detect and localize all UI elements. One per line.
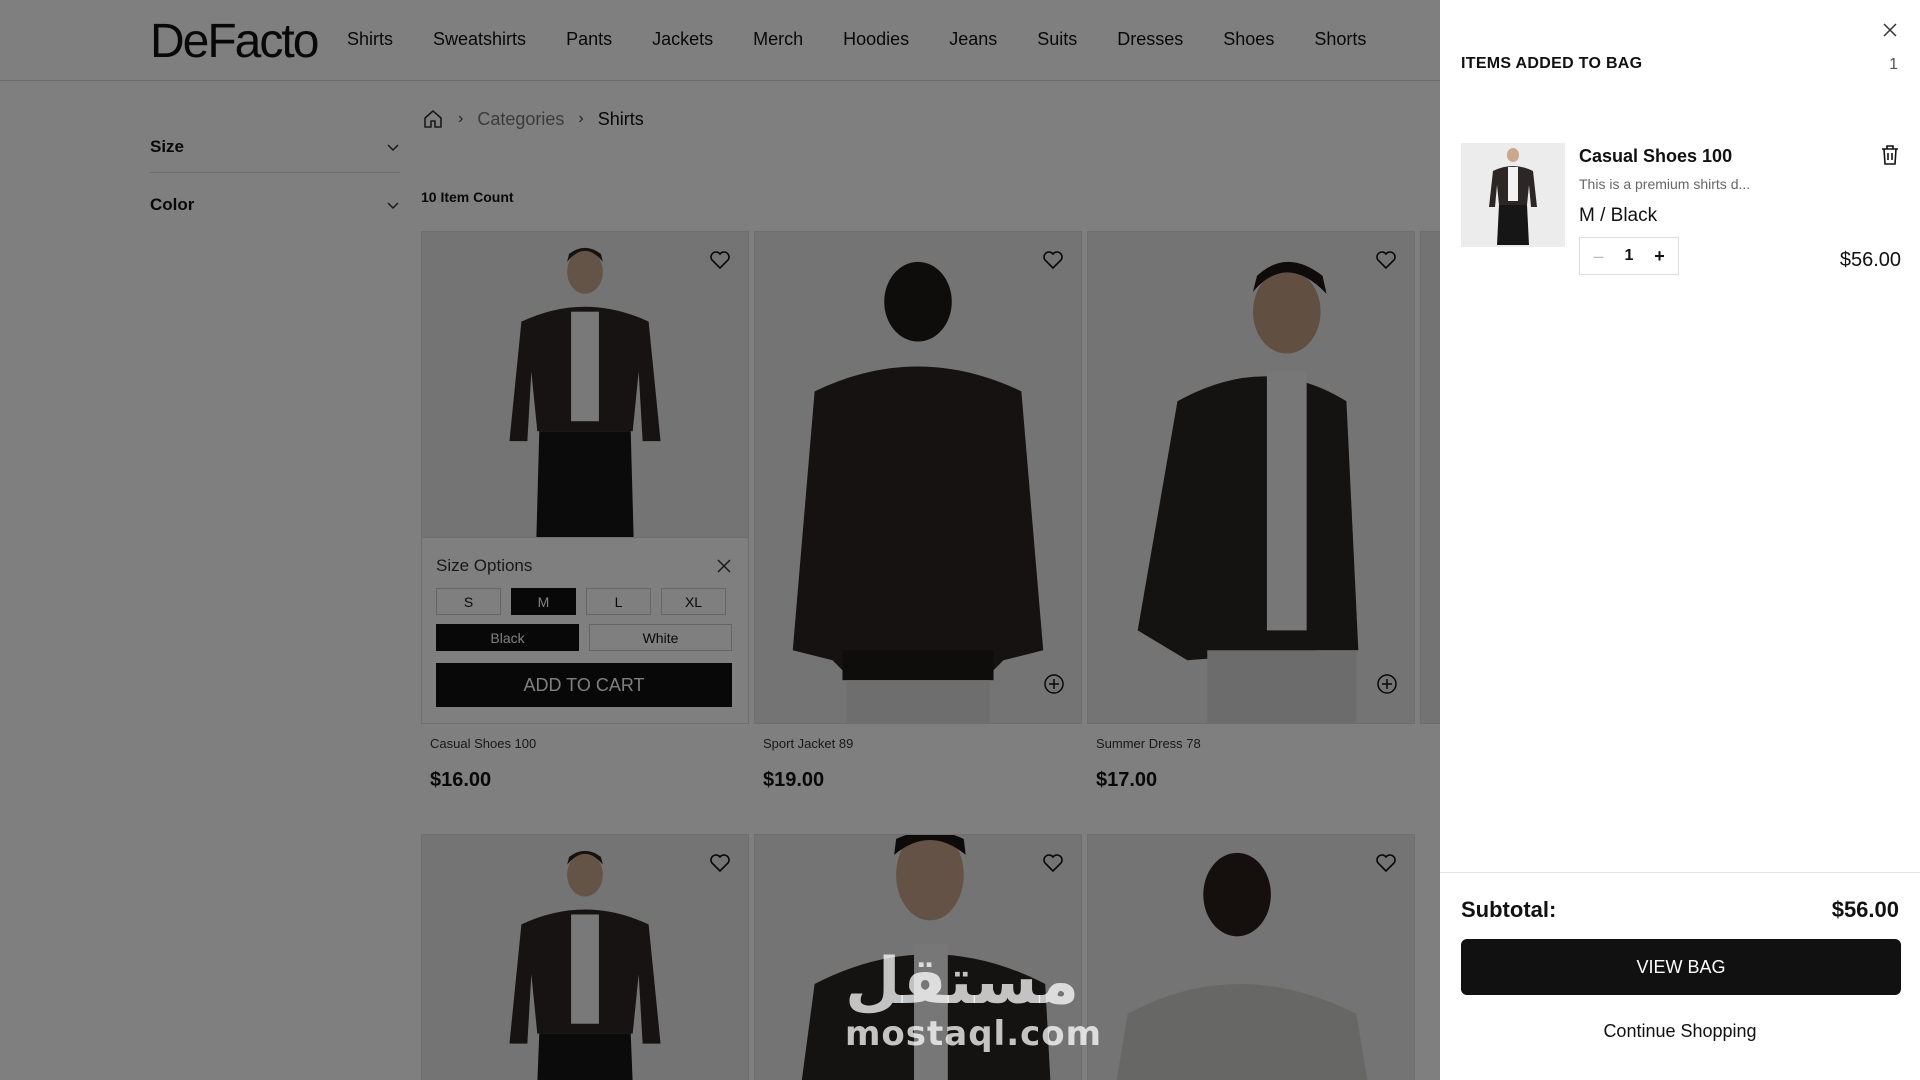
- cart-footer: Subtotal: $56.00 VIEW BAG Continue Shopp…: [1440, 872, 1920, 1080]
- cart-item-variant: M / Black: [1579, 205, 1658, 226]
- cart-count: 1: [1889, 56, 1898, 73]
- watermark: مستقل mostaql.com: [845, 945, 1103, 1054]
- modal-backdrop[interactable]: [0, 0, 1440, 1080]
- close-icon[interactable]: [1882, 22, 1898, 38]
- cart-item-price: $56.00: [1839, 249, 1901, 271]
- view-bag-button[interactable]: VIEW BAG: [1461, 939, 1901, 995]
- subtotal-label: Subtotal:: [1461, 897, 1557, 922]
- product-thumbnail: [1461, 143, 1565, 247]
- cart-item-description: This is a premium shirts d...: [1579, 176, 1751, 192]
- watermark-latin: mostaql.com: [845, 1014, 1103, 1054]
- cart-drawer: ITEMS ADDED TO BAG 1 Casual Shoes 100 Th…: [1440, 0, 1920, 1080]
- trash-icon[interactable]: [1879, 143, 1901, 167]
- cart-item-image[interactable]: [1461, 143, 1565, 247]
- cart-item-name[interactable]: Casual Shoes 100: [1579, 146, 1732, 167]
- decrement-button[interactable]: –: [1588, 246, 1610, 267]
- quantity-stepper: – 1 +: [1579, 237, 1679, 275]
- cart-item: Casual Shoes 100 This is a premium shirt…: [1461, 143, 1901, 275]
- subtotal-value: $56.00: [1831, 897, 1899, 922]
- increment-button[interactable]: +: [1648, 246, 1670, 267]
- cart-title: ITEMS ADDED TO BAG: [1461, 55, 1643, 72]
- watermark-arabic: مستقل: [845, 945, 1080, 1019]
- quantity-value: 1: [1624, 247, 1634, 264]
- continue-shopping-link[interactable]: Continue Shopping: [1440, 1021, 1920, 1042]
